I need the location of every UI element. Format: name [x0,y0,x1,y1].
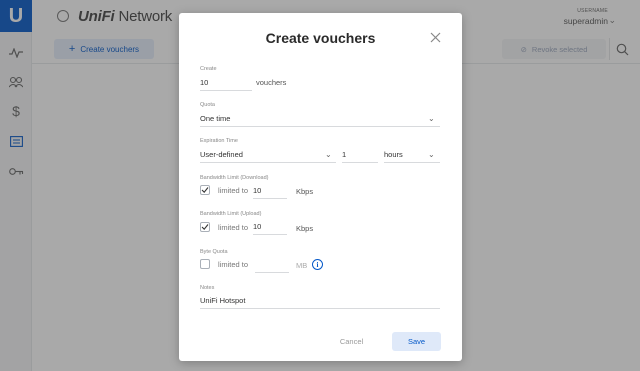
notes-input[interactable]: UniFi Hotspot [200,294,440,309]
bandwidth-upload-unit: Kbps [296,224,314,233]
bandwidth-download-checkbox[interactable] [200,185,210,195]
byte-quota-checkbox-label: limited to [218,260,249,269]
check-icon [201,187,209,194]
dialog-title: Create vouchers [265,30,376,46]
bandwidth-upload-checkbox[interactable] [200,222,210,232]
cancel-button[interactable]: Cancel [324,332,379,351]
byte-quota-checkbox[interactable] [200,259,210,269]
quota-select[interactable]: One time [200,112,440,127]
byte-quota-unit: MB [296,261,308,270]
create-vouchers-dialog: Create vouchers Create 10 vouchers Quota… [179,13,462,361]
bandwidth-download-input[interactable]: 10 [253,184,287,199]
bandwidth-upload-checkbox-label: limited to [218,223,249,232]
bandwidth-download-checkbox-label: limited to [218,186,249,195]
save-button[interactable]: Save [392,332,441,351]
expiration-label: Expiration Time [200,138,238,144]
chevron-down-icon: ⌄ [325,150,332,159]
chevron-down-icon: ⌄ [428,150,435,159]
byte-quota-input[interactable] [255,258,289,273]
voucher-count-input[interactable]: 10 [200,76,252,91]
notes-label: Notes [200,285,215,291]
bandwidth-download-unit: Kbps [296,187,314,196]
byte-quota-label: Byte Quota [200,249,228,255]
quota-label: Quota [200,102,215,108]
close-icon[interactable] [428,30,442,44]
bandwidth-upload-input[interactable]: 10 [253,220,287,235]
create-label: Create [200,66,217,72]
bandwidth-upload-label: Bandwidth Limit (Upload) [200,211,262,217]
expiration-amount-input[interactable]: 1 [342,148,378,163]
expiration-select[interactable]: User-defined [200,148,336,163]
check-icon [201,224,209,231]
bandwidth-download-label: Bandwidth Limit (Download) [200,175,269,181]
chevron-down-icon: ⌄ [428,114,435,123]
voucher-count-suffix: vouchers [256,78,287,87]
info-icon[interactable]: i [312,259,323,270]
